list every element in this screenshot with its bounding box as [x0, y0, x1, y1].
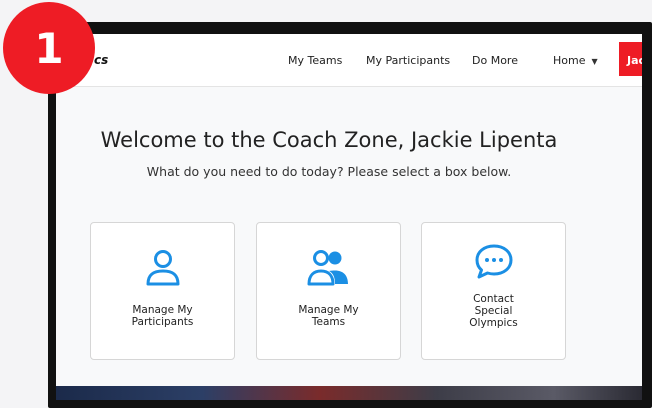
user-menu-button[interactable]: Jac: [619, 42, 642, 76]
contact-special-olympics-card[interactable]: Contact Special Olympics: [421, 222, 566, 360]
top-navbar: cs My Teams My Participants Do More Home…: [56, 34, 642, 87]
nav-do-more[interactable]: Do More: [472, 54, 518, 67]
manage-participants-label: Manage My Participants: [131, 304, 194, 328]
nav-home-label: Home: [553, 54, 586, 67]
manage-teams-label: Manage My Teams: [298, 304, 359, 328]
step-number-badge: 1: [3, 2, 95, 94]
nav-home-dropdown[interactable]: Home ▼: [553, 54, 598, 67]
chat-icon: [422, 241, 565, 283]
group-icon: [257, 247, 400, 287]
contact-special-olympics-label: Contact Special Olympics: [469, 293, 518, 329]
nav-my-participants[interactable]: My Participants: [366, 54, 450, 67]
manage-teams-card[interactable]: Manage My Teams: [256, 222, 401, 360]
page-subtitle: What do you need to do today? Please sel…: [146, 164, 512, 179]
hero-photo-strip: [56, 386, 642, 400]
manage-participants-card[interactable]: Manage My Participants: [90, 222, 235, 360]
nav-my-teams[interactable]: My Teams: [288, 54, 342, 67]
browser-viewport: cs My Teams My Participants Do More Home…: [56, 34, 642, 400]
page-title: Welcome to the Coach Zone, Jackie Lipent…: [100, 128, 558, 152]
caret-down-icon: ▼: [591, 57, 598, 66]
person-icon: [91, 247, 234, 287]
brand-logo-text[interactable]: cs: [94, 53, 108, 67]
